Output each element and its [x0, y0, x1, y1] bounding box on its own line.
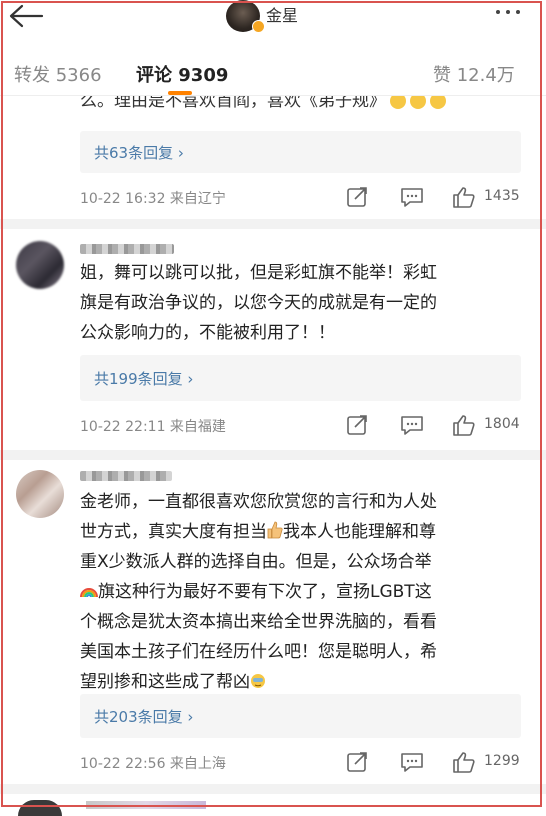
repost-icon[interactable]	[346, 186, 370, 212]
replies-box[interactable]: 共199条回复 ›	[80, 355, 521, 401]
comment-meta: 10-22 22:11 来自福建 1804	[80, 414, 525, 438]
tab-bar: 转发 5366 评论 9309 赞 12.4万	[0, 55, 546, 95]
commenter-name-blurred[interactable]	[86, 801, 206, 809]
commenter-avatar[interactable]	[16, 241, 64, 289]
like-count: 1435	[484, 188, 520, 204]
commenter-avatar[interactable]	[16, 470, 64, 518]
like-thumb-icon[interactable]	[452, 186, 476, 212]
repost-icon[interactable]	[346, 414, 370, 440]
comment-time-location: 10-22 22:11 来自福建	[80, 419, 226, 435]
separator	[0, 219, 546, 229]
back-arrow-icon[interactable]	[6, 3, 46, 31]
comment-text-partial: 么。理由是不喜欢首阎，喜欢《弟子规》	[80, 96, 530, 118]
tab-comments[interactable]: 评论 9309	[136, 61, 228, 87]
view-replies-link[interactable]: 共203条回复 ›	[94, 706, 193, 727]
comment-icon[interactable]	[400, 751, 424, 777]
view-replies-link[interactable]: 共199条回复 ›	[94, 368, 193, 389]
repost-icon[interactable]	[346, 751, 370, 777]
comment-meta: 10-22 22:56 来自上海 1299	[80, 751, 525, 775]
like-count: 1299	[484, 753, 520, 769]
comment-meta: 10-22 16:32 来自辽宁 1435	[80, 186, 525, 210]
replies-box[interactable]: 共63条回复 ›	[80, 131, 521, 173]
comment-icon[interactable]	[400, 186, 424, 212]
commenter-avatar[interactable]	[18, 800, 62, 816]
tab-reposts[interactable]: 转发 5366	[14, 61, 102, 87]
like-thumb-icon[interactable]	[452, 414, 476, 440]
replies-box[interactable]: 共203条回复 ›	[80, 694, 521, 738]
next-comment-peek	[0, 798, 546, 816]
verified-badge-icon	[252, 20, 265, 33]
comment-icon[interactable]	[400, 414, 424, 440]
comment-time-location: 10-22 22:56 来自上海	[80, 756, 226, 772]
separator	[0, 784, 546, 794]
commenter-name-blurred[interactable]	[80, 244, 174, 254]
comment-text: 姐，舞可以跳可以批，但是彩虹旗不能举！彩虹 旗是有政治争议的，以您今天的成就是有…	[80, 263, 437, 343]
top-bar: 金星	[0, 0, 546, 40]
thumbs-up-emoji-icon	[267, 519, 283, 539]
like-thumb-icon[interactable]	[452, 751, 476, 777]
separator	[0, 450, 546, 460]
comment-text: 金老师，一直都很喜欢您欣赏您的言行和为人处 世方式，真实大度有担当 我本人也能理解…	[80, 492, 437, 692]
facepalm-emoji-icon	[250, 669, 266, 688]
comment-time-location: 10-22 16:32 来自辽宁	[80, 191, 226, 207]
commenter-name-blurred[interactable]	[80, 471, 172, 481]
view-replies-link[interactable]: 共63条回复 ›	[94, 142, 184, 163]
tab-likes[interactable]: 赞 12.4万	[433, 61, 515, 87]
more-dots-icon[interactable]	[493, 5, 523, 21]
author-name[interactable]: 金星	[266, 2, 298, 26]
rainbow-emoji-icon	[80, 578, 98, 598]
like-count: 1804	[484, 416, 520, 432]
